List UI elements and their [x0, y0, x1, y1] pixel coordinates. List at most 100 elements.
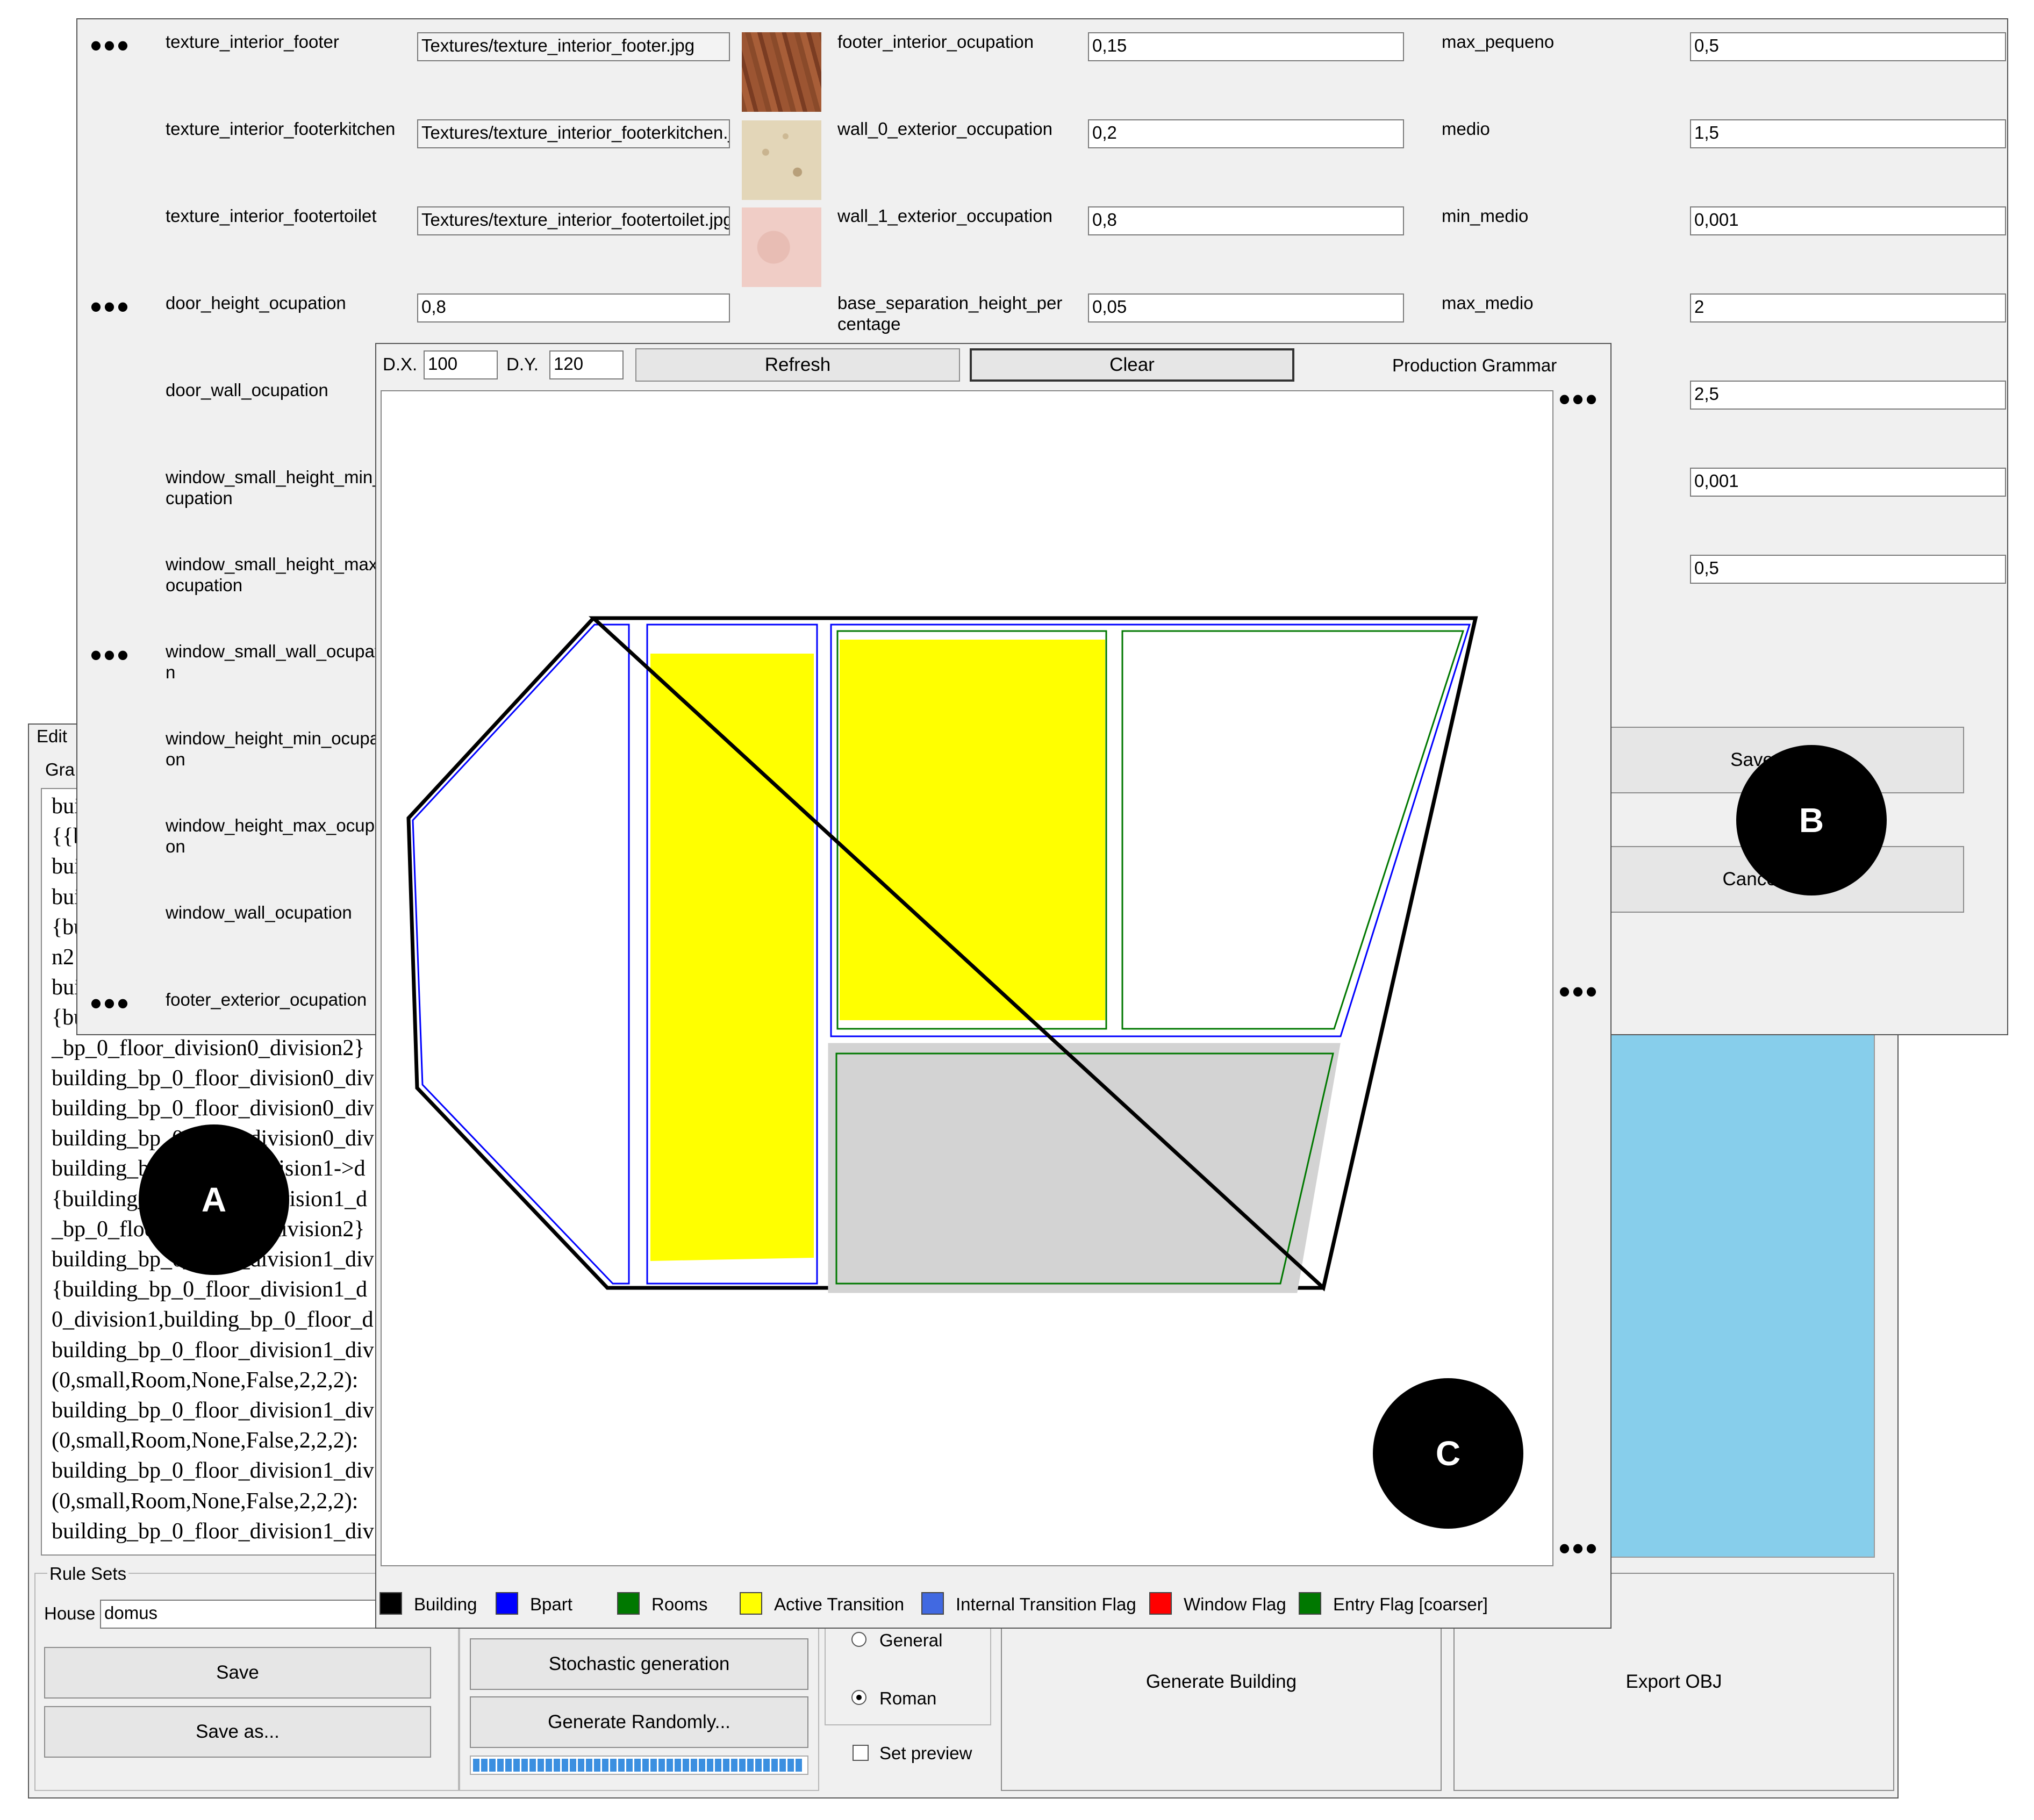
more-icon[interactable]: ••• — [90, 291, 131, 323]
generate-randomly-button[interactable]: Generate Randomly... — [470, 1696, 808, 1748]
pink-texture-thumbnail — [742, 207, 821, 287]
house-label: House — [44, 1603, 96, 1623]
legend-swatch — [740, 1592, 762, 1615]
param-input[interactable]: 0,5 — [1690, 32, 2006, 61]
grammar-line: {building_bp_0_floor_division1_d — [52, 1277, 368, 1302]
radio-general-label: General — [879, 1630, 943, 1650]
legend-label: Building — [414, 1594, 477, 1614]
param-name: door_wall_ocupation — [166, 380, 328, 400]
param-input[interactable]: 0,8 — [417, 293, 730, 323]
grammar-line: (0,small,Room,None,False,2,2,2): — [52, 1428, 359, 1453]
param-input[interactable]: 1,5 — [1690, 119, 2006, 148]
param-input[interactable]: 0,5 — [1690, 555, 2006, 584]
param-name: medio — [1442, 119, 1490, 139]
grammar-line: building_bp_0_floor_division1_div — [52, 1458, 374, 1484]
param-input[interactable]: Textures/texture_interior_footertoilet.j… — [417, 206, 730, 235]
legend-label: Active Transition — [774, 1594, 905, 1614]
grammar-group-label: Gra — [45, 759, 75, 779]
menu-edit[interactable]: Edit — [37, 726, 67, 747]
param-name: texture_interior_footer — [166, 32, 339, 52]
more-icon[interactable]: ••• — [1559, 1532, 1599, 1565]
progress-fill — [473, 1759, 803, 1772]
grammar-line: building_bp_0_floor_division1_div — [52, 1337, 374, 1363]
param-name: base_separation_height_percentage — [837, 293, 1063, 334]
legend-label: Window Flag — [1184, 1594, 1286, 1614]
grammar-line: (0,small,Room,None,False,2,2,2): — [52, 1367, 359, 1393]
param-name: window_height_max_ocupation — [166, 815, 393, 856]
more-icon[interactable]: ••• — [1559, 976, 1599, 1008]
param-input[interactable]: 0,15 — [1088, 32, 1404, 61]
legend-swatch — [1149, 1592, 1172, 1615]
legend-swatch — [496, 1592, 518, 1615]
grammar-line: (0,small,Room,None,False,2,2,2): — [52, 1488, 359, 1514]
radio-roman-label: Roman — [879, 1688, 937, 1708]
callout-c: C — [1373, 1378, 1523, 1529]
house-input[interactable]: domus — [100, 1600, 401, 1629]
wood-texture-thumbnail — [742, 32, 821, 112]
dy-input[interactable]: 120 — [549, 350, 624, 379]
grammar-line: building_bp_0_floor_division0_div — [52, 1096, 374, 1121]
param-name: window_small_height_max_ocupation — [166, 554, 388, 595]
param-name: max_pequeno — [1442, 32, 1555, 52]
param-input[interactable]: 0,05 — [1088, 293, 1404, 323]
param-input[interactable]: 0,001 — [1690, 468, 2006, 497]
radio-dot — [856, 1695, 862, 1700]
legend-swatch — [1299, 1592, 1321, 1615]
save-as-button[interactable]: Save as... — [44, 1706, 431, 1758]
grammar-line: building_bp_0_floor_division1_div — [52, 1518, 374, 1544]
param-name: door_height_ocupation — [166, 293, 346, 313]
callout-b: B — [1736, 745, 1887, 895]
active-transition-2 — [840, 640, 1105, 1020]
dy-label: D.Y. — [506, 354, 539, 374]
param-input[interactable]: Textures/texture_interior_footerkitchen.… — [417, 119, 730, 148]
clear-button[interactable]: Clear — [970, 348, 1294, 382]
param-name: wall_1_exterior_occupation — [837, 206, 1052, 226]
more-icon[interactable]: ••• — [1559, 383, 1599, 415]
radio-selected-icon[interactable] — [851, 1690, 866, 1705]
room-lower-right — [835, 1052, 1334, 1285]
legend-label: Internal Transition Flag — [956, 1594, 1136, 1614]
checkbox-icon[interactable] — [853, 1745, 869, 1761]
legend-label: Bpart — [530, 1594, 572, 1614]
radio-general[interactable] — [851, 1632, 866, 1647]
rule-sets-label: Rule Sets — [47, 1563, 129, 1584]
param-name: window_small_height_min_ocupation — [166, 467, 392, 508]
legend-label: Entry Flag [coarser] — [1333, 1594, 1488, 1614]
param-input[interactable]: 0,8 — [1088, 206, 1404, 235]
param-name: footer_interior_ocupation — [837, 32, 1034, 52]
grammar-line: _bp_0_floor_division0_division2} — [52, 1035, 365, 1061]
dx-label: D.X. — [383, 354, 418, 374]
param-name: texture_interior_footerkitchen — [166, 119, 396, 139]
param-name: min_medio — [1442, 206, 1529, 226]
save-ruleset-button[interactable]: Save — [44, 1647, 431, 1699]
param-name: window_wall_ocupation — [166, 902, 352, 922]
legend-swatch — [617, 1592, 640, 1615]
grammar-line: building_bp_0_floor_division0_div — [52, 1065, 374, 1091]
param-input[interactable]: 2 — [1690, 293, 2006, 323]
legend-swatch — [921, 1592, 944, 1615]
param-input[interactable]: 0,2 — [1088, 119, 1404, 148]
param-name: max_medio — [1442, 293, 1534, 313]
stochastic-generation-button[interactable]: Stochastic generation — [470, 1638, 808, 1690]
floorplan-drawing — [406, 616, 1478, 1293]
param-input[interactable]: 0,001 — [1690, 206, 2006, 235]
legend-swatch — [379, 1592, 402, 1615]
param-name: window_height_min_ocupation — [166, 728, 389, 769]
grammar-line: n2 — [52, 945, 74, 970]
more-icon[interactable]: ••• — [90, 639, 131, 671]
param-name: texture_interior_footertoilet — [166, 206, 377, 226]
param-name: window_small_wall_ocupation — [166, 641, 393, 682]
stone-texture-thumbnail — [742, 120, 821, 200]
param-input[interactable]: 2,5 — [1690, 381, 2006, 410]
3d-preview-area — [1604, 1015, 1875, 1558]
param-name: footer_exterior_ocupation — [166, 990, 367, 1009]
legend-label: Rooms — [651, 1594, 708, 1614]
more-icon[interactable]: ••• — [90, 30, 131, 62]
refresh-button[interactable]: Refresh — [635, 348, 960, 382]
more-icon[interactable]: ••• — [90, 987, 131, 1020]
grammar-line: building_bp_0_floor_division1_div — [52, 1398, 374, 1423]
dx-input[interactable]: 100 — [424, 350, 498, 379]
bpart-left — [412, 624, 630, 1285]
param-input[interactable]: Textures/texture_interior_footer.jpg — [417, 32, 730, 61]
floorplan-canvas[interactable] — [381, 390, 1553, 1566]
